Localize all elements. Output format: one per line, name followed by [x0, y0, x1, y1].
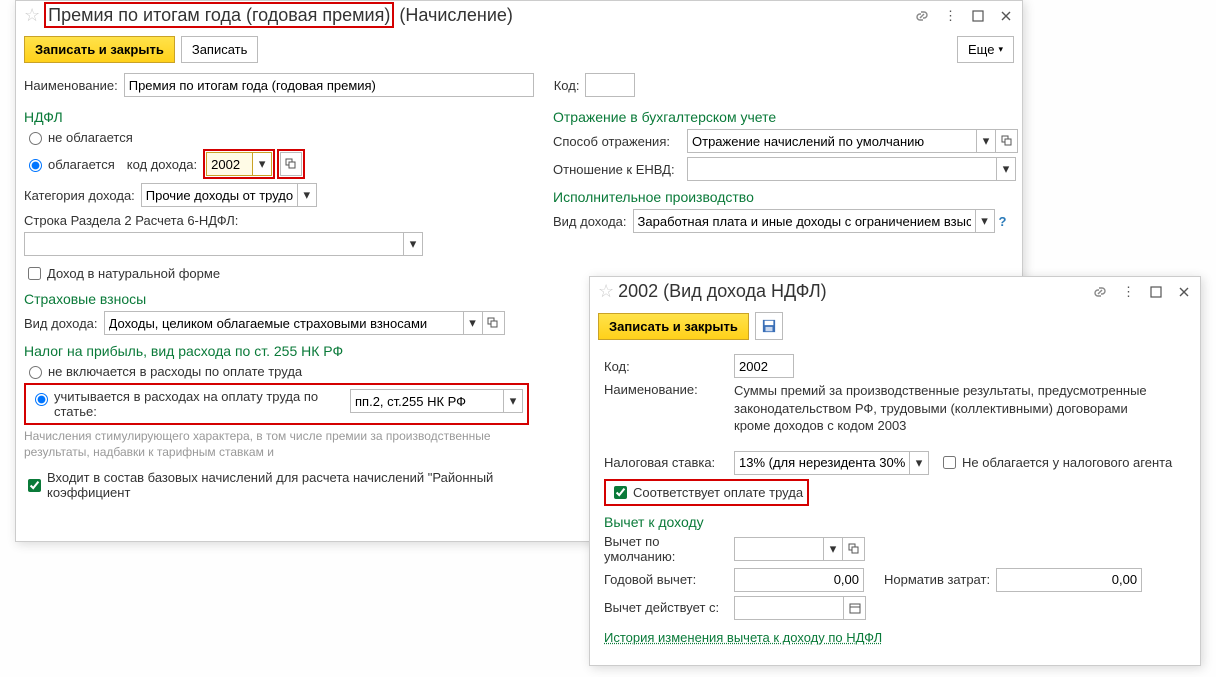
envd-input[interactable] [687, 157, 997, 181]
reflection-method-input[interactable] [687, 129, 977, 153]
code-label: Код: [554, 78, 580, 93]
w2-ded-from-input[interactable] [734, 596, 844, 620]
w2-ded-from-calendar-icon[interactable] [844, 596, 866, 620]
w2-history-link[interactable]: История изменения вычета к доходу по НДФ… [604, 630, 882, 645]
window-title-2: 2002 (Вид дохода НДФЛ) [618, 281, 827, 302]
reflection-method-dropdown-icon[interactable]: ▾ [977, 129, 996, 153]
w2-ded-norm-label: Норматив затрат: [884, 572, 990, 587]
save-close-button[interactable]: Записать и закрыть [24, 36, 175, 63]
insurance-type-dropdown-icon[interactable]: ▾ [464, 311, 483, 335]
w2-code-label: Код: [604, 359, 734, 374]
tax-included-radio[interactable] [35, 393, 48, 406]
more-button[interactable]: Еще▾ [957, 36, 1014, 63]
insurance-section-header: Страховые взносы [24, 291, 529, 307]
title-highlight: Премия по итогам года (годовая премия) [44, 2, 394, 28]
close-icon[interactable] [998, 8, 1014, 24]
profit-tax-section-header: Налог на прибыль, вид расхода по ст. 255… [24, 343, 529, 359]
envd-label: Отношение к ЕНВД: [553, 162, 687, 177]
six-ndfl-label: Строка Раздела 2 Расчета 6-НДФЛ: [24, 213, 529, 228]
ndfl-section-header: НДФЛ [24, 109, 529, 125]
exec-income-type-dropdown-icon[interactable]: ▾ [976, 209, 995, 233]
w2-deduction-header: Вычет к доходу [604, 514, 1186, 530]
link-icon[interactable] [914, 8, 930, 24]
w2-name-label: Наименование: [604, 382, 734, 397]
name-input[interactable] [124, 73, 534, 97]
tax-excluded-radio[interactable] [29, 366, 42, 379]
income-category-input[interactable] [141, 183, 298, 207]
favorite-star-icon[interactable]: ☆ [24, 5, 40, 26]
insurance-type-input[interactable] [104, 311, 464, 335]
income-category-label: Категория дохода: [24, 188, 135, 203]
natural-income-label: Доход в натуральной форме [47, 266, 220, 281]
w2-ded-default-dropdown-icon[interactable]: ▾ [824, 537, 843, 561]
w2-ded-from-label: Вычет действует с: [604, 600, 734, 615]
more-icon[interactable]: ⋮ [942, 8, 958, 24]
base-accrual-checkbox[interactable] [28, 479, 41, 492]
maximize-icon[interactable] [970, 8, 986, 24]
exec-section-header: Исполнительное производство [553, 189, 1018, 205]
ndfl-income-type-window: ☆ 2002 (Вид дохода НДФЛ) ⋮ Записать и за… [589, 276, 1201, 666]
ndfl-not-taxed-radio[interactable] [29, 132, 42, 145]
income-code-input[interactable] [206, 152, 253, 176]
income-category-dropdown-icon[interactable]: ▾ [298, 183, 317, 207]
tax-article-input[interactable] [350, 389, 504, 413]
insurance-type-label: Вид дохода: [24, 316, 98, 331]
window-title: Премия по итогам года (годовая премия) (… [44, 5, 513, 26]
titlebar-2: ☆ 2002 (Вид дохода НДФЛ) ⋮ [590, 277, 1200, 306]
save-button[interactable]: Записать [181, 36, 259, 63]
exec-income-type-input[interactable] [633, 209, 976, 233]
w2-rate-label: Налоговая ставка: [604, 455, 734, 470]
w2-corresponds-checkbox[interactable] [614, 486, 627, 499]
income-code-dropdown-icon[interactable]: ▾ [253, 152, 272, 176]
six-ndfl-input[interactable] [24, 232, 404, 256]
w2-ded-default-input[interactable] [734, 537, 824, 561]
toolbar: Записать и закрыть Записать Еще▾ [16, 30, 1022, 69]
six-ndfl-dropdown-icon[interactable]: ▾ [404, 232, 423, 256]
save-icon-button[interactable] [755, 312, 783, 340]
code-input[interactable] [585, 73, 635, 97]
ndfl-not-taxed-label: не облагается [48, 130, 133, 145]
w2-name-value: Суммы премий за производственные результ… [734, 382, 1164, 435]
w2-corresponds-label: Соответствует оплате труда [633, 485, 803, 500]
reflection-method-open-button[interactable] [996, 129, 1018, 153]
income-code-open-button[interactable] [280, 152, 302, 176]
base-accrual-label: Входит в состав базовых начислений для р… [47, 470, 529, 500]
w2-code-input[interactable] [734, 354, 794, 378]
w2-ded-year-input[interactable] [734, 568, 864, 592]
help-icon[interactable]: ? [999, 214, 1007, 229]
w2-ded-year-label: Годовой вычет: [604, 572, 734, 587]
w2-not-taxed-label: Не облагается у налогового агента [962, 455, 1172, 470]
income-code-label: код дохода: [127, 157, 197, 172]
toolbar-2: Записать и закрыть [590, 306, 1200, 346]
maximize-icon-2[interactable] [1148, 284, 1164, 300]
more-icon-2[interactable]: ⋮ [1120, 284, 1136, 300]
natural-income-checkbox[interactable] [28, 267, 41, 280]
reflection-method-label: Способ отражения: [553, 134, 687, 149]
accounting-section-header: Отражение в бухгалтерском учете [553, 109, 1018, 125]
name-label: Наименование: [24, 78, 118, 93]
tax-excluded-label: не включается в расходы по оплате труда [48, 364, 302, 379]
w2-not-taxed-checkbox[interactable] [943, 456, 956, 469]
window-controls: ⋮ [914, 8, 1014, 24]
ndfl-taxed-label: облагается [48, 157, 115, 172]
w2-rate-dropdown-icon[interactable]: ▾ [910, 451, 929, 475]
w2-ded-default-open-button[interactable] [843, 537, 865, 561]
favorite-star-icon-2[interactable]: ☆ [598, 281, 614, 302]
insurance-type-open-button[interactable] [483, 311, 505, 335]
link-icon-2[interactable] [1092, 284, 1108, 300]
exec-income-type-label: Вид дохода: [553, 214, 627, 229]
save-close-button-2[interactable]: Записать и закрыть [598, 313, 749, 340]
w2-rate-input[interactable] [734, 451, 910, 475]
w2-ded-norm-input[interactable] [996, 568, 1142, 592]
tax-article-dropdown-icon[interactable]: ▾ [504, 389, 523, 413]
tax-included-label: учитывается в расходах на оплату труда п… [54, 389, 344, 419]
tax-hint: Начисления стимулирующего характера, в т… [24, 429, 529, 460]
titlebar: ☆ Премия по итогам года (годовая премия)… [16, 1, 1022, 30]
close-icon-2[interactable] [1176, 284, 1192, 300]
w2-ded-default-label: Вычет по умолчанию: [604, 534, 734, 564]
ndfl-taxed-radio[interactable] [29, 159, 42, 172]
envd-dropdown-icon[interactable]: ▾ [997, 157, 1016, 181]
